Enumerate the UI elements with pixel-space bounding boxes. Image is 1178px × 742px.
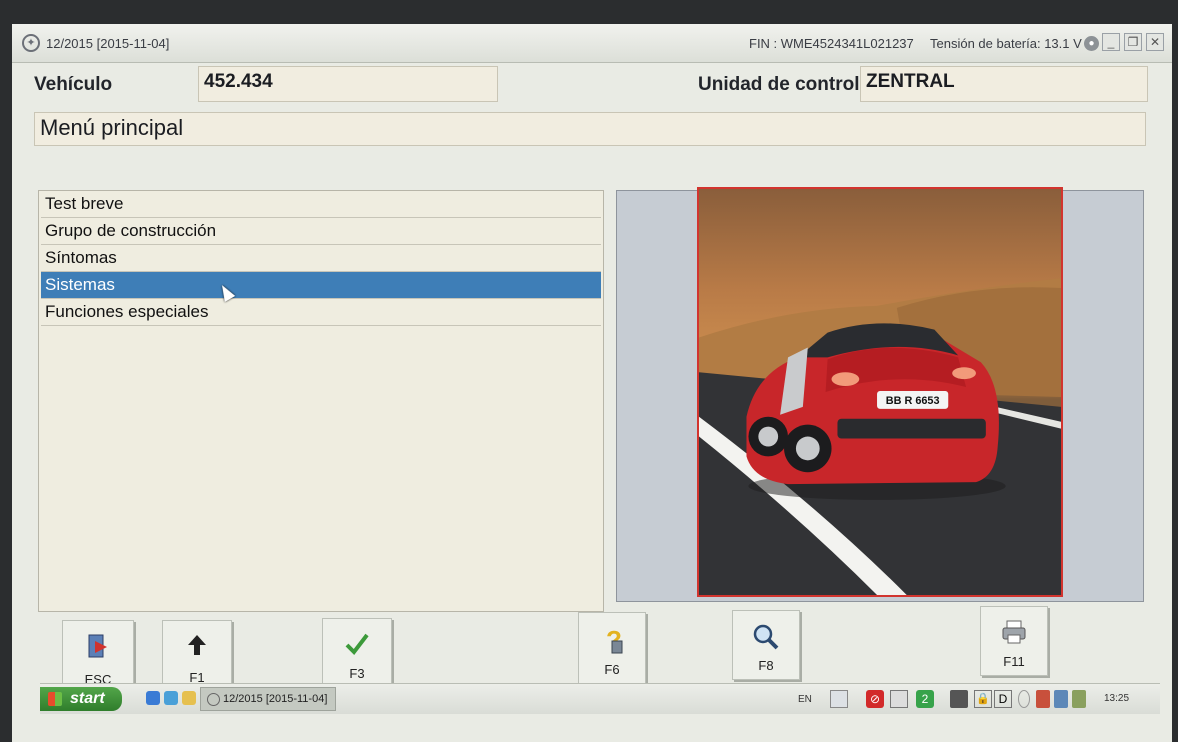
title-bar: ✦ 12/2015 [2015-11-04] FIN : WME4524341L… <box>12 24 1172 63</box>
f8-button[interactable]: F8 <box>732 610 800 680</box>
vehicle-label: Vehículo <box>34 74 113 95</box>
f6-label: F6 <box>604 662 620 677</box>
application-window: ✦ 12/2015 [2015-11-04] FIN : WME4524341L… <box>12 24 1172 742</box>
network-icon[interactable] <box>830 690 848 708</box>
document-icon[interactable] <box>890 690 908 708</box>
f11-button[interactable]: F11 <box>980 606 1048 676</box>
main-menu-list: Test breve Grupo de construcción Síntoma… <box>38 190 604 612</box>
mercedes-star-icon: ✦ <box>22 34 40 52</box>
start-label: start <box>70 690 105 707</box>
roadster-car-image: BB R 6653 <box>699 278 1061 595</box>
tray-letter-d[interactable]: D <box>994 690 1012 708</box>
magnifier-icon <box>733 623 799 657</box>
control-unit-field: ZENTRAL <box>860 66 1148 102</box>
vehicle-picture-panel: BB R 6653 <box>616 187 1144 602</box>
page-title: Menú principal <box>34 112 1146 146</box>
device-icon[interactable] <box>950 690 968 708</box>
browser-icon[interactable] <box>164 691 178 705</box>
f3-label: F3 <box>349 666 365 681</box>
start-button[interactable]: start <box>40 687 122 711</box>
fin-number: FIN : WME4524341L021237 <box>749 36 914 51</box>
monitor-icon[interactable] <box>1054 690 1068 708</box>
f3-button[interactable]: F3 <box>322 618 392 688</box>
menu-item-funciones-especiales[interactable]: Funciones especiales <box>41 299 601 326</box>
menu-item-test-breve[interactable]: Test breve <box>41 191 601 218</box>
security-icon[interactable] <box>1072 690 1086 708</box>
close-button[interactable]: ✕ <box>1146 33 1164 51</box>
language-indicator[interactable]: EN <box>798 694 812 705</box>
exit-door-icon <box>63 633 133 667</box>
folder-icon[interactable] <box>182 691 196 705</box>
vehicle-field: 452.434 <box>198 66 498 102</box>
window-title: 12/2015 [2015-11-04] <box>46 36 170 51</box>
help-question-icon: ? <box>579 625 645 661</box>
f6-button[interactable]: ? F6 <box>578 612 646 684</box>
f8-label: F8 <box>758 658 774 673</box>
menu-item-sintomas[interactable]: Síntomas <box>41 245 601 272</box>
minimize-button[interactable]: _ <box>1102 33 1120 51</box>
battery-voltage: Tensión de batería: 13.1 V <box>930 36 1082 51</box>
volume-icon[interactable] <box>1018 690 1030 708</box>
printer-icon <box>981 619 1047 651</box>
vehicle-photo: BB R 6653 <box>697 187 1063 597</box>
blocked-icon[interactable]: ⊘ <box>866 690 884 708</box>
windows-flag-icon <box>48 692 62 706</box>
f11-label: F11 <box>1003 654 1025 669</box>
menu-item-grupo-construccion[interactable]: Grupo de construcción <box>41 218 601 245</box>
taskbar: start 12/2015 [2015-11-04] EN ⊘ 2 🔒 D 13… <box>40 683 1160 714</box>
clock: 13:25 <box>1104 693 1130 704</box>
sync-icon[interactable]: 2 <box>916 690 934 708</box>
alert-icon[interactable] <box>1036 690 1050 708</box>
lock-icon[interactable]: 🔒 <box>974 690 992 708</box>
arrow-up-icon <box>163 633 231 665</box>
taskbar-app-button[interactable]: 12/2015 [2015-11-04] <box>200 687 336 711</box>
battery-status-icon: ● <box>1084 36 1099 51</box>
f1-button[interactable]: F1 <box>162 620 232 692</box>
control-unit-label: Unidad de control <box>698 74 860 95</box>
restore-button[interactable]: ❐ <box>1124 33 1142 51</box>
checkmark-icon <box>323 631 391 663</box>
menu-item-sistemas[interactable]: Sistemas <box>41 272 601 299</box>
license-plate: BB R 6653 <box>886 395 940 407</box>
internet-explorer-icon[interactable] <box>146 691 160 705</box>
